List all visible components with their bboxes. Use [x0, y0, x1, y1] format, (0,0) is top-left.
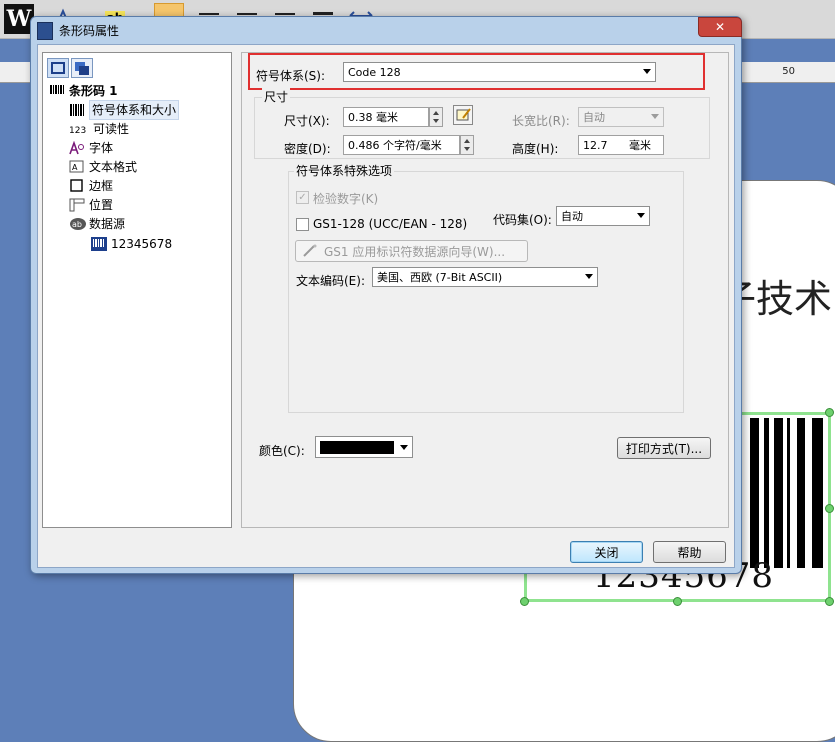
size-input[interactable]: 0.38 毫米 — [343, 107, 429, 127]
tree-item-datasource-value[interactable]: 12345678 — [91, 235, 172, 253]
size-calculator-button[interactable] — [453, 105, 473, 125]
density-input[interactable]: 0.486 个字符/毫米 — [343, 135, 460, 155]
chevron-down-icon — [585, 274, 593, 279]
barcode-properties-dialog: 条形码属性 ✕ 条形码 1 符号体系和大小 123 可读性 字体 A 文本格式 … — [30, 16, 742, 574]
codeset-label: 代码集(O): — [493, 213, 552, 227]
gs1-128-label: GS1-128 (UCC/EAN - 128) — [313, 217, 468, 231]
ruler-label: 50 — [782, 66, 795, 77]
tree-item-border[interactable]: 边框 — [69, 177, 113, 195]
tree-item-position[interactable]: 位置 — [69, 196, 113, 214]
barcode-datasource-icon — [91, 237, 107, 251]
edit-pencil-icon — [456, 108, 471, 121]
symbology-size-panel: 符号体系(S): Code 128 尺寸 尺寸(X): 0.38 毫米 长宽比(… — [241, 52, 729, 528]
tree-view-icon[interactable] — [47, 58, 69, 78]
tree-item-symbology-size[interactable]: 符号体系和大小 — [69, 100, 180, 120]
dialog-client: 条形码 1 符号体系和大小 123 可读性 字体 A 文本格式 边框 位置 ab… — [37, 44, 735, 568]
size-label: 尺寸(X): — [284, 114, 330, 128]
color-label: 颜色(C): — [259, 444, 305, 458]
size-group-title: 尺寸 — [262, 88, 291, 105]
density-spinner[interactable] — [460, 135, 474, 155]
wand-icon — [303, 244, 317, 257]
chevron-down-icon — [651, 114, 659, 119]
resize-handle[interactable] — [825, 597, 834, 606]
help-button[interactable]: 帮助 — [653, 541, 726, 563]
font-icon — [69, 140, 85, 155]
numbers-icon: 123 — [69, 126, 87, 136]
resize-handle[interactable] — [520, 597, 529, 606]
svg-text:A: A — [72, 163, 78, 172]
gs1-128-checkbox[interactable] — [296, 218, 309, 231]
codeset-select[interactable]: 自动 — [556, 206, 650, 226]
color-select[interactable] — [315, 436, 413, 458]
print-method-button[interactable]: 打印方式(T)... — [617, 437, 711, 459]
ruler-icon — [69, 198, 85, 212]
check-digit-checkbox[interactable]: ✓ — [296, 191, 309, 204]
datasource-icon: ab — [69, 217, 86, 231]
symbology-highlight-box — [248, 53, 705, 90]
encoding-select[interactable]: 美国、西欧 (7-Bit ASCII) — [372, 267, 598, 287]
chevron-down-icon — [637, 213, 645, 218]
color-swatch — [320, 440, 394, 454]
resize-handle[interactable] — [825, 504, 834, 513]
copy-view-icon[interactable] — [71, 58, 93, 78]
special-options-title: 符号体系特殊选项 — [294, 162, 395, 179]
ratio-label: 长宽比(R): — [512, 114, 570, 128]
gs1-wizard-button[interactable]: GS1 应用标识符数据源向导(W)... — [295, 240, 528, 262]
barcode-icon — [49, 84, 65, 98]
barcode-icon — [69, 103, 85, 117]
encoding-label: 文本编码(E): — [296, 274, 365, 288]
height-label: 高度(H): — [512, 142, 559, 156]
resize-handle[interactable] — [673, 597, 682, 606]
tree-item-barcode-root[interactable]: 条形码 1 — [49, 82, 118, 100]
dialog-close-button[interactable]: ✕ — [698, 17, 742, 37]
density-label: 密度(D): — [284, 142, 331, 156]
check-digit-label: 检验数字(K) — [313, 192, 379, 206]
svg-text:ab: ab — [72, 220, 82, 229]
height-input[interactable]: 12.7 毫米 — [578, 135, 664, 155]
tree-item-readability[interactable]: 123 可读性 — [69, 120, 129, 138]
property-tree: 条形码 1 符号体系和大小 123 可读性 字体 A 文本格式 边框 位置 ab… — [42, 52, 232, 528]
text-format-icon: A — [69, 160, 85, 174]
border-icon — [69, 179, 85, 193]
ratio-select[interactable]: 自动 — [578, 107, 664, 127]
tree-item-datasource[interactable]: ab 数据源 — [69, 215, 125, 233]
size-spinner[interactable] — [429, 107, 443, 127]
tree-item-font[interactable]: 字体 — [69, 139, 113, 157]
chevron-down-icon — [400, 445, 408, 450]
resize-handle[interactable] — [825, 408, 834, 417]
close-button[interactable]: 关闭 — [570, 541, 643, 563]
barcode-icon — [37, 22, 53, 40]
dialog-title: 条形码属性 — [59, 24, 120, 38]
tree-item-text-format[interactable]: A 文本格式 — [69, 158, 137, 176]
